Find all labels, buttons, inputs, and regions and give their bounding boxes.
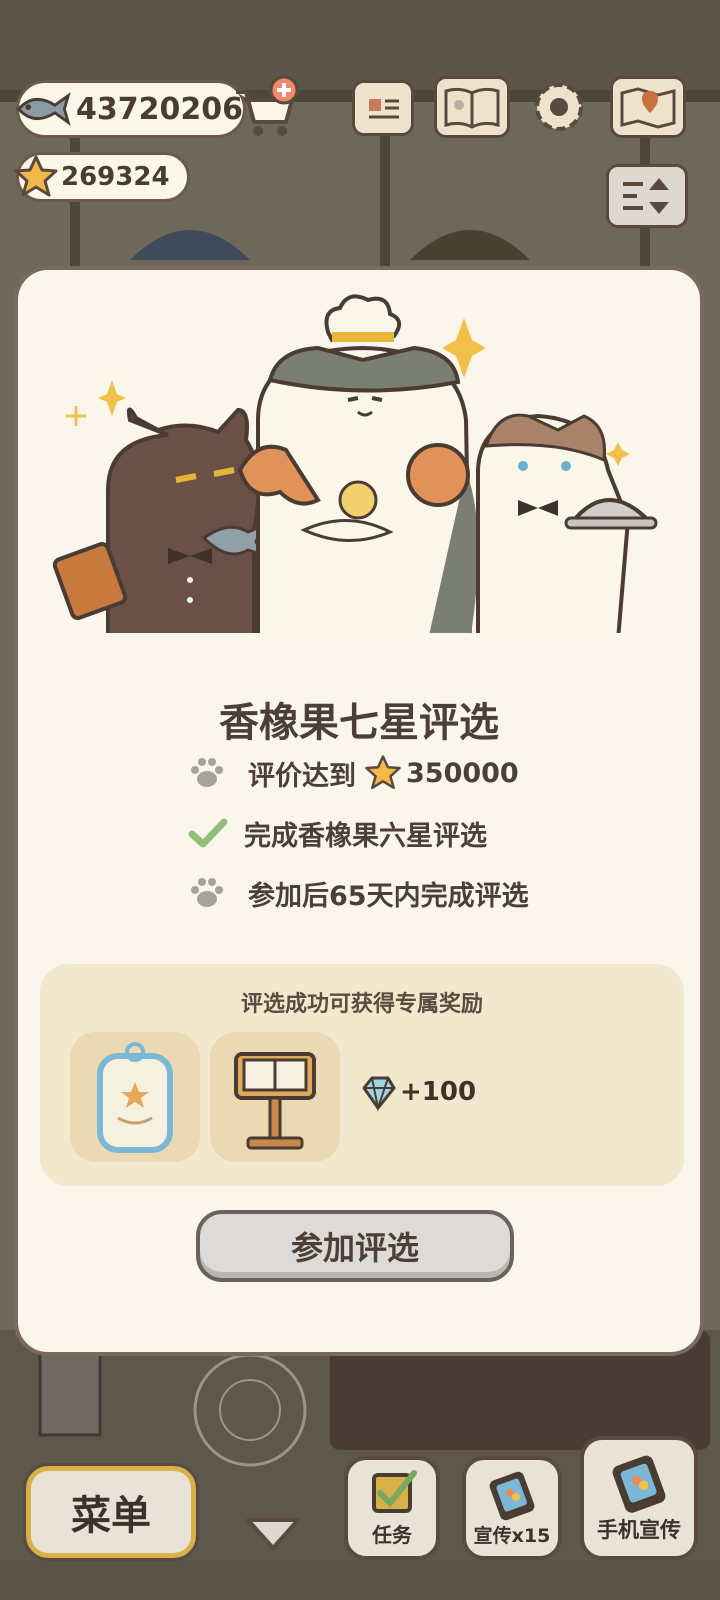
- menu-stand-icon: [234, 1052, 316, 1150]
- event-title: 香橡果七星评选: [219, 700, 499, 746]
- checklist-icon: [372, 1470, 417, 1513]
- reward-title: 评选成功可获得专属奖励: [240, 992, 483, 1017]
- star-rating-pill: 269324: [14, 152, 190, 202]
- id-card-icon: [369, 99, 399, 119]
- diamond-icon: [362, 1076, 396, 1112]
- map-icon: [620, 87, 676, 129]
- requirement-previous-event: 完成香橡果六星评选: [188, 810, 487, 856]
- reward-item-menu-stand[interactable]: [210, 1032, 340, 1162]
- rating-event-dialog: 香橡果七星评选 评价达到 350000 完成香橡果六星评选 参加后65天内完成评…: [14, 266, 704, 1356]
- chevron-down-icon: [246, 1518, 300, 1550]
- requirement-rating-text: 评价达到: [248, 760, 356, 792]
- star-icon: [14, 155, 58, 197]
- paw-icon: [191, 878, 223, 907]
- map-button[interactable]: [610, 76, 686, 138]
- sort-icon: [623, 178, 669, 214]
- reward-panel: 评选成功可获得专属奖励 +100: [40, 964, 684, 1186]
- catalog-book-button[interactable]: [434, 76, 510, 138]
- chef-cats-illustration: [18, 294, 700, 647]
- requirement-rating: 评价达到 350000: [188, 750, 519, 796]
- checkmark-icon: [188, 818, 228, 848]
- gem-reward-amount: +100: [400, 1077, 477, 1107]
- promo-button[interactable]: 宣传x15: [462, 1456, 562, 1560]
- sort-toggle-button[interactable]: [606, 164, 688, 228]
- phone-icon: [489, 1471, 535, 1521]
- settings-button[interactable]: [528, 76, 590, 138]
- shop-cart-button[interactable]: [230, 74, 300, 140]
- reward-item-badge[interactable]: [70, 1032, 200, 1162]
- book-icon: [444, 87, 500, 129]
- phone-promo-label: 手机宣传: [597, 1518, 681, 1542]
- promo-label: 宣传x15: [473, 1525, 551, 1547]
- menu-label: 菜单: [71, 1493, 151, 1539]
- cart-icon: [236, 75, 299, 136]
- fish-currency-pill: 43720206: [16, 80, 246, 138]
- reward-gems: +100: [358, 1072, 476, 1112]
- profile-card-button[interactable]: [352, 80, 414, 136]
- star-count: 269324: [61, 162, 170, 192]
- collapse-toggle[interactable]: [242, 1514, 304, 1554]
- phone-icon: [612, 1455, 666, 1513]
- star-badge-icon: [97, 1042, 173, 1153]
- menu-button[interactable]: 菜单: [23, 1463, 199, 1561]
- requirement-rating-value: 350000: [406, 757, 519, 789]
- fish-icon: [16, 92, 71, 126]
- tasks-label: 任务: [372, 1523, 412, 1547]
- requirement-deadline-text: 参加后65天内完成评选: [248, 880, 529, 912]
- fish-count: 43720206: [76, 91, 243, 127]
- gear-icon: [535, 83, 583, 131]
- requirement-previous-event-text: 完成香橡果六星评选: [244, 820, 487, 852]
- star-icon: [365, 755, 401, 790]
- requirement-deadline: 参加后65天内完成评选: [188, 870, 529, 916]
- paw-icon: [191, 758, 223, 787]
- tasks-button[interactable]: 任务: [344, 1456, 440, 1560]
- phone-promo-button[interactable]: 手机宣传: [580, 1436, 698, 1560]
- join-event-button[interactable]: 参加评选: [196, 1210, 514, 1282]
